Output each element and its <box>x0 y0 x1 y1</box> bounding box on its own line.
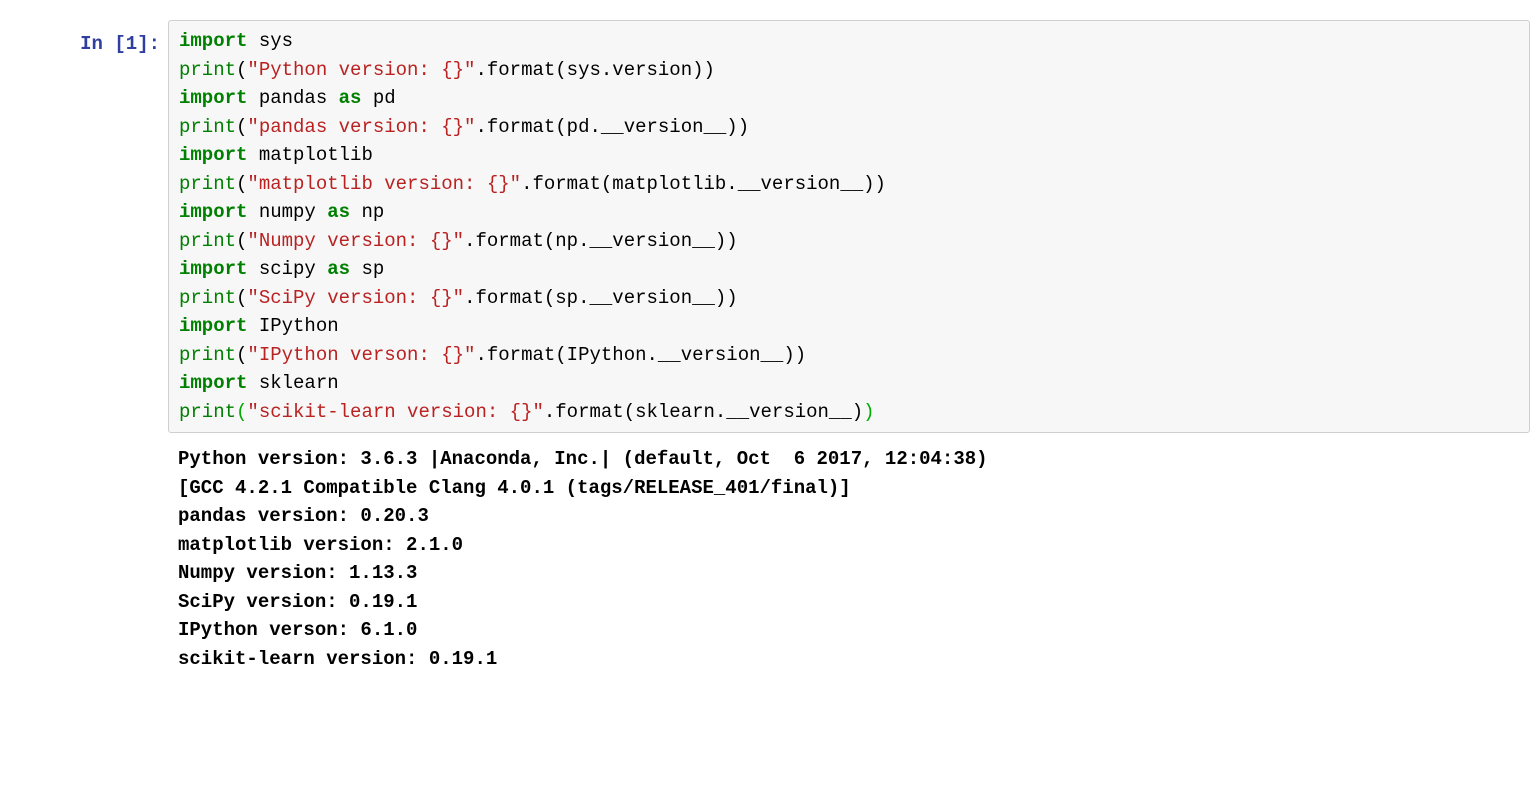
output-line: pandas version: 0.20.3 <box>178 502 1520 531</box>
output-line: Numpy version: 1.13.3 <box>178 559 1520 588</box>
paren: ( <box>236 59 247 81</box>
builtin-print: print <box>179 173 236 195</box>
output-line: SciPy version: 0.19.1 <box>178 588 1520 617</box>
string-literal: "IPython verson: {}" <box>247 344 475 366</box>
paren: ( <box>236 173 247 195</box>
notebook-cell: In [1]: import sys print("Python version… <box>10 20 1530 433</box>
code-line-10: print("SciPy version: {}".format(sp.__ve… <box>179 284 1519 313</box>
code-line-7: import numpy as np <box>179 198 1519 227</box>
module-name: scipy <box>247 258 327 280</box>
code-line-9: import scipy as sp <box>179 255 1519 284</box>
code-line-1: import sys <box>179 27 1519 56</box>
keyword-import: import <box>179 372 247 394</box>
keyword-as: as <box>339 87 362 109</box>
call-tail: .format(sp.__version__)) <box>464 287 738 309</box>
keyword-import: import <box>179 258 247 280</box>
input-prompt: In [1]: <box>10 20 168 59</box>
code-input-area[interactable]: import sys print("Python version: {}".fo… <box>168 20 1530 433</box>
builtin-print: print <box>179 287 236 309</box>
keyword-as: as <box>327 258 350 280</box>
alias-name: np <box>350 201 384 223</box>
code-line-12: print("IPython verson: {}".format(IPytho… <box>179 341 1519 370</box>
output-line: Python version: 3.6.3 |Anaconda, Inc.| (… <box>178 445 1520 474</box>
string-literal: "scikit-learn version: {}" <box>247 401 543 423</box>
module-name: sys <box>247 30 293 52</box>
call-tail: .format(np.__version__)) <box>464 230 738 252</box>
code-line-3: import pandas as pd <box>179 84 1519 113</box>
paren: ( <box>236 116 247 138</box>
builtin-print: print <box>179 59 236 81</box>
builtin-print: print <box>179 230 236 252</box>
string-literal: "SciPy version: {}" <box>247 287 464 309</box>
keyword-import: import <box>179 87 247 109</box>
call-tail: .format(pd.__version__)) <box>475 116 749 138</box>
paren: ( <box>236 287 247 309</box>
builtin-print: print <box>179 344 236 366</box>
module-name: matplotlib <box>247 144 372 166</box>
prompt-number: 1 <box>126 33 137 55</box>
prompt-prefix: In <box>80 33 114 55</box>
output-line: matplotlib version: 2.1.0 <box>178 531 1520 560</box>
code-line-5: import matplotlib <box>179 141 1519 170</box>
keyword-import: import <box>179 315 247 337</box>
module-name: sklearn <box>247 372 338 394</box>
output-line: [GCC 4.2.1 Compatible Clang 4.0.1 (tags/… <box>178 474 1520 503</box>
prompt-open-bracket: [ <box>114 33 125 55</box>
code-line-6: print("matplotlib version: {}".format(ma… <box>179 170 1519 199</box>
call-tail: .format(sklearn.__version__) <box>544 401 863 423</box>
keyword-import: import <box>179 144 247 166</box>
string-literal: "matplotlib version: {}" <box>247 173 521 195</box>
code-line-4: print("pandas version: {}".format(pd.__v… <box>179 113 1519 142</box>
prompt-close-bracket: ]: <box>137 33 160 55</box>
code-line-8: print("Numpy version: {}".format(np.__ve… <box>179 227 1519 256</box>
alias-name: sp <box>350 258 384 280</box>
paren-highlight-close: ) <box>863 401 874 423</box>
paren-highlight-open: ( <box>236 401 247 423</box>
module-name: IPython <box>247 315 338 337</box>
string-literal: "pandas version: {}" <box>247 116 475 138</box>
code-line-13: import sklearn <box>179 369 1519 398</box>
code-line-2: print("Python version: {}".format(sys.ve… <box>179 56 1519 85</box>
builtin-print: print <box>179 116 236 138</box>
call-tail: .format(IPython.__version__)) <box>475 344 806 366</box>
module-name: pandas <box>247 87 338 109</box>
builtin-print: print <box>179 401 236 423</box>
call-tail: .format(matplotlib.__version__)) <box>521 173 886 195</box>
string-literal: "Python version: {}" <box>247 59 475 81</box>
output-line: scikit-learn version: 0.19.1 <box>178 645 1520 674</box>
paren: ( <box>236 230 247 252</box>
keyword-as: as <box>327 201 350 223</box>
alias-name: pd <box>361 87 395 109</box>
module-name: numpy <box>247 201 327 223</box>
code-line-14: print("scikit-learn version: {}".format(… <box>179 398 1519 427</box>
call-tail: .format(sys.version)) <box>475 59 714 81</box>
string-literal: "Numpy version: {}" <box>247 230 464 252</box>
paren: ( <box>236 344 247 366</box>
keyword-import: import <box>179 201 247 223</box>
output-area: Python version: 3.6.3 |Anaconda, Inc.| (… <box>168 433 1530 673</box>
keyword-import: import <box>179 30 247 52</box>
code-line-11: import IPython <box>179 312 1519 341</box>
output-line: IPython verson: 6.1.0 <box>178 616 1520 645</box>
